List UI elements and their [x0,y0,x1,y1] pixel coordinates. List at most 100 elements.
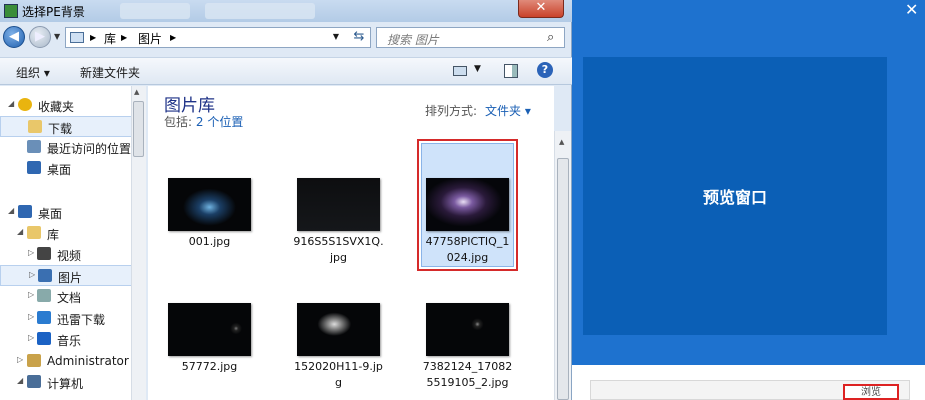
file-name[interactable]: 152020H11-9.jp g [288,359,389,391]
recent-places-icon [27,140,41,153]
preview-window: 预览窗口 [583,57,887,335]
sidebar-item-label: 图片 [58,271,83,285]
file-name[interactable]: 916S5S1SVX1Q. jpg [288,234,389,266]
file-thumbnail[interactable] [297,178,380,231]
help-icon[interactable]: ? [537,62,553,78]
download-folder-icon [28,120,42,133]
sidebar-item[interactable]: ▷ 图片 [0,265,132,286]
sidebar-item[interactable]: ▷ 视频 [0,244,132,265]
close-button[interactable]: ✕ [518,0,564,18]
breadcrumb-separator[interactable]: ▶ [90,33,96,42]
sidebar-item[interactable]: ▷ 迅雷下载 [0,308,132,329]
sidebar-item[interactable]: 下载 [0,116,132,137]
file-name[interactable]: 001.jpg [159,234,260,250]
breadcrumb-library[interactable]: 库 [104,30,116,47]
search-placeholder: 搜索 图片 [387,33,439,47]
app-icon [4,4,18,18]
expand-arrow-icon[interactable]: ◢ [17,376,23,385]
sidebar-item-label: 视频 [57,249,82,263]
file-name-line: 5519105_2.jpg [426,376,509,389]
expand-arrow-icon[interactable]: ▷ [29,270,35,279]
file-thumbnail[interactable] [426,178,509,231]
includes-locations-link[interactable]: 2 个位置 [196,115,243,129]
desktop-icon [18,205,32,218]
refresh-button[interactable]: ⇆ [348,27,370,48]
computer-icon [27,375,41,388]
forward-button[interactable]: ▶ [29,26,51,48]
breadcrumb-separator[interactable]: ▶ [121,33,127,42]
sidebar-item[interactable]: ◢ 计算机 [0,372,132,393]
expand-arrow-icon[interactable]: ▷ [17,355,23,364]
video-icon [37,247,51,260]
file-thumbnail[interactable] [297,303,380,356]
scroll-up-icon[interactable]: ▲ [559,138,564,146]
nav-scroll-thumb[interactable] [133,101,144,157]
file-thumbnail[interactable] [426,303,509,356]
library-icon [27,226,41,239]
arrange-by-label: 排列方式: [425,104,478,118]
sidebar-item[interactable]: ◢ 库 [0,223,132,244]
sidebar-item[interactable]: 最近访问的位置 [0,137,132,158]
sidebar-item-label: 库 [47,228,60,242]
sidebar-item-label: 计算机 [47,377,84,391]
sidebar-item[interactable]: ◢ 收藏夹 [0,95,132,116]
sidebar-item-label: 迅雷下载 [57,313,106,327]
library-icon [70,32,84,43]
file-name-line: 916S5S1SVX1Q. [293,235,384,248]
command-bar: 组织 ▾ 新建文件夹 ▼ ? [0,57,572,85]
window-title: 选择PE背景 [22,5,85,19]
expand-arrow-icon[interactable]: ▷ [28,333,34,342]
pictures-icon [38,269,52,282]
new-folder-button[interactable]: 新建文件夹 [80,64,140,81]
breadcrumb-separator[interactable]: ▶ [170,33,176,42]
file-name[interactable]: 57772.jpg [159,359,260,375]
sidebar-item[interactable]: ◢ 桌面 [0,202,132,223]
organize-button[interactable]: 组织 ▾ [16,64,50,81]
recent-pages-dropdown[interactable]: ▼ [54,32,60,41]
file-thumbnail[interactable] [168,303,251,356]
breadcrumb-pictures[interactable]: 图片 [138,30,162,47]
sidebar-item[interactable]: ▷ 文档 [0,286,132,307]
arrange-by-dropdown[interactable]: 文件夹 ▾ [485,102,531,119]
expand-arrow-icon[interactable]: ◢ [8,99,14,108]
sidebar-item-label: 下载 [48,122,73,136]
sidebar-item-label: 收藏夹 [38,100,75,114]
file-name[interactable]: 7382124_17082 5519105_2.jpg [417,359,518,391]
view-dropdown[interactable]: ▼ [474,64,481,74]
preview-label: 预览窗口 [702,188,767,207]
app-close-icon[interactable]: ✕ [905,2,918,18]
scroll-up-icon[interactable]: ▲ [134,88,139,96]
change-view-icon[interactable] [453,66,467,76]
file-name-line: 7382124_17082 [422,360,513,373]
back-button[interactable]: ◀ [3,26,25,48]
title-blur-region [205,3,315,19]
expand-arrow-icon[interactable]: ◢ [8,206,14,215]
documents-icon [37,289,51,302]
search-icon[interactable]: ⌕ [547,30,554,45]
expand-arrow-icon[interactable]: ▷ [28,290,34,299]
sidebar-item-label: 桌面 [38,207,63,221]
file-name-line: 57772.jpg [181,360,238,373]
file-name[interactable]: 47758PICTIQ_1 024.jpg [417,234,518,266]
browse-button[interactable]: 浏览 [843,384,899,400]
expand-arrow-icon[interactable]: ▷ [28,312,34,321]
file-name-line: 001.jpg [188,235,231,248]
sidebar-item[interactable]: 桌面 [0,158,132,179]
address-bar[interactable]: ▶ 库 ▶ 图片 ▶ [65,27,371,48]
sidebar-item[interactable]: ▷ 音乐 [0,329,132,350]
preview-pane-icon[interactable] [504,64,518,78]
sidebar-item[interactable]: ▷ Administrator [0,351,132,372]
sidebar-item-label: 桌面 [47,163,72,177]
file-thumbnail[interactable] [168,178,251,231]
expand-arrow-icon[interactable]: ◢ [17,227,23,236]
content-scroll-thumb[interactable] [557,158,569,400]
desktop-icon [27,161,41,174]
star-icon [18,98,32,111]
sidebar-item-label: 最近访问的位置 [47,142,132,156]
title-blur-region [120,3,190,19]
sidebar-item-label: 文档 [57,291,82,305]
file-name-line: 152020H11-9.jp [294,360,383,373]
search-input[interactable]: 搜索 图片 ⌕ [376,27,565,48]
address-dropdown[interactable]: ▼ [327,27,345,48]
expand-arrow-icon[interactable]: ▷ [28,248,34,257]
